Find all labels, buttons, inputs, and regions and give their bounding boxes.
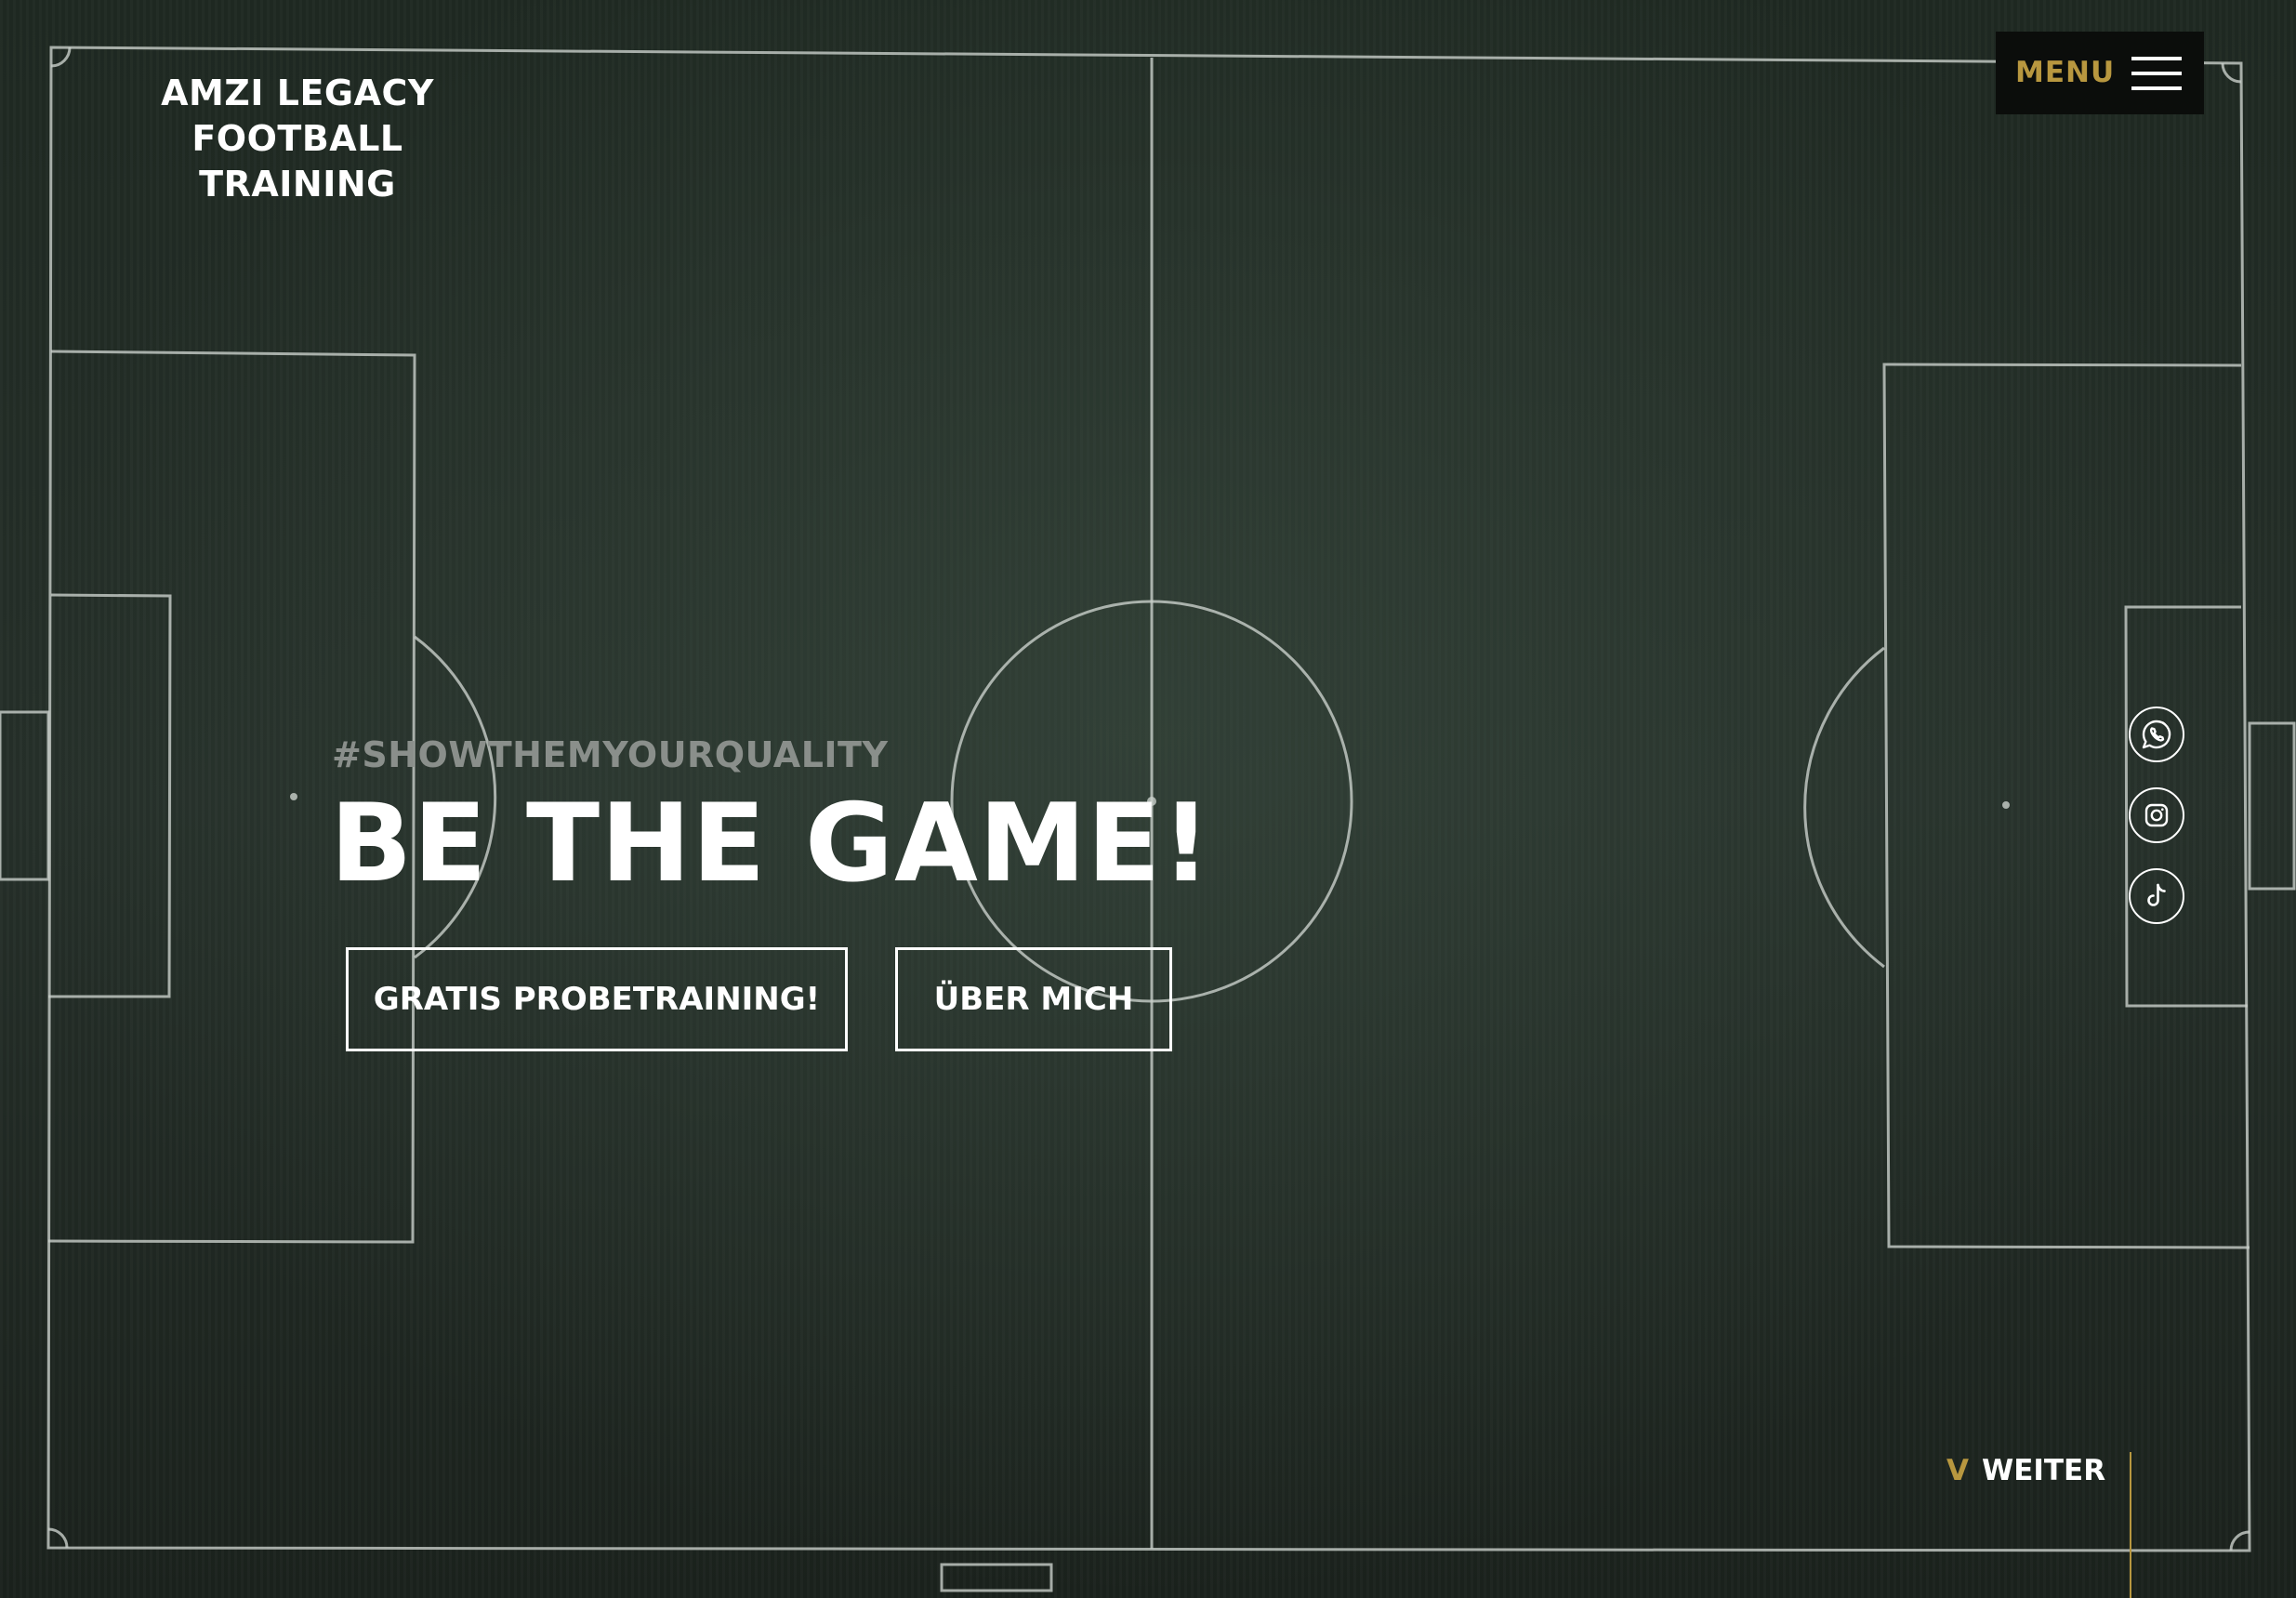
about-me-button[interactable]: ÜBER MICH xyxy=(895,947,1172,1051)
scroll-next-link[interactable]: V WEITER xyxy=(1946,1450,2105,1491)
menu-label: MENU xyxy=(2015,56,2116,89)
instagram-link[interactable] xyxy=(2129,787,2184,843)
chevron-down-icon: V xyxy=(1946,1454,1969,1487)
instagram-icon xyxy=(2144,803,2169,827)
whatsapp-link[interactable] xyxy=(2129,707,2184,762)
whatsapp-icon xyxy=(2142,720,2171,749)
hero-section: AMZI LEGACY FOOTBALL TRAINING MENU #SHOW… xyxy=(0,0,2296,1598)
logo-line-2: FOOTBALL TRAINING xyxy=(191,118,403,205)
site-logo[interactable]: AMZI LEGACY FOOTBALL TRAINING xyxy=(88,71,507,207)
tiktok-link[interactable] xyxy=(2129,868,2184,924)
hero-hashtag: #SHOWTHEMYOURQUALITY xyxy=(332,734,889,775)
tiktok-icon xyxy=(2147,883,2166,906)
scroll-next-label: WEITER xyxy=(1982,1454,2106,1487)
free-trial-button[interactable]: GRATIS PROBETRAINING! xyxy=(346,947,848,1051)
hamburger-icon xyxy=(2131,56,2182,91)
menu-button[interactable]: MENU xyxy=(1996,32,2204,114)
hero-headline: BE THE GAME! xyxy=(330,781,1212,906)
scroll-indicator-line xyxy=(2130,1452,2131,1598)
logo-line-1: AMZI LEGACY xyxy=(161,73,434,113)
